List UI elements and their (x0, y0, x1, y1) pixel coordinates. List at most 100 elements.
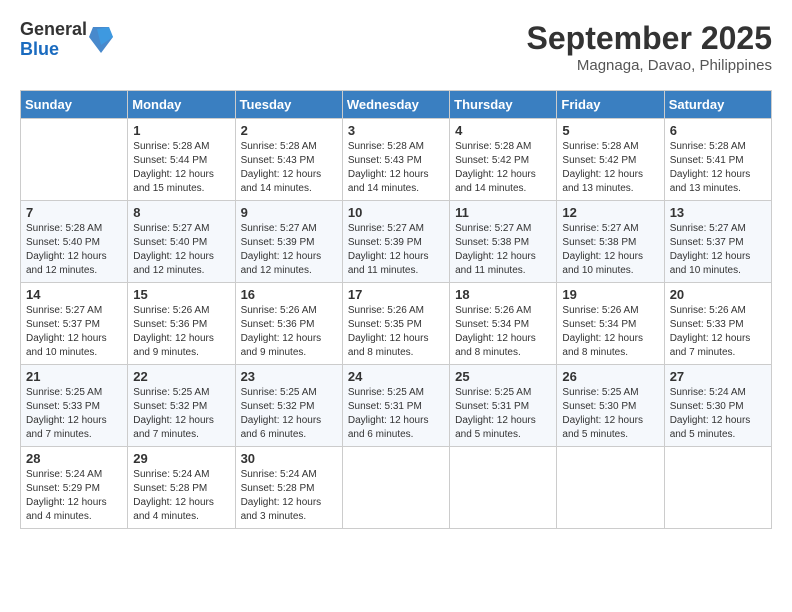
calendar-weekday-thursday: Thursday (450, 91, 557, 119)
day-number: 7 (26, 205, 122, 220)
calendar-cell: 15 Sunrise: 5:26 AM Sunset: 5:36 PM Dayli… (128, 283, 235, 365)
calendar-week-row: 14Sunrise: 5:27 AM Sunset: 5:37 PM Dayli… (21, 283, 772, 365)
day-info: Sunrise: 5:28 AM Sunset: 5:41 PM Dayligh… (670, 140, 766, 196)
day-info: Sunrise: 5:26 AM Sunset: 5:36 PM Dayligh… (241, 304, 337, 360)
day-number: 11 (455, 205, 551, 220)
day-number: 16 (241, 287, 337, 302)
day-info: Sunrise: 5:24 AM Sunset: 5:28 PM Dayligh… (241, 468, 337, 524)
logo-text: General Blue (20, 20, 87, 60)
calendar-cell: 1Sunrise: 5:28 AM Sunset: 5:44 PM Daylig… (128, 119, 235, 201)
calendar-weekday-monday: Monday (128, 91, 235, 119)
calendar-cell: 7Sunrise: 5:28 AM Sunset: 5:40 PM Daylig… (21, 201, 128, 283)
location: Magnaga, Davao, Philippines (527, 57, 772, 74)
day-info: Sunrise: 5:26 AM Sunset: 5:35 PM Dayligh… (348, 304, 444, 360)
day-number: 4 (455, 123, 551, 138)
calendar-cell: 12 Sunrise: 5:27 AM Sunset: 5:38 PM Dayli… (557, 201, 664, 283)
day-info: Sunrise: 5:26 AM Sunset: 5:36 PM Dayligh… (133, 304, 229, 360)
day-info: Sunrise: 5:25 AM Sunset: 5:30 PM Dayligh… (562, 386, 658, 442)
calendar-cell: 23Sunrise: 5:25 AM Sunset: 5:32 PM Dayli… (235, 365, 342, 447)
calendar-cell: 11Sunrise: 5:27 AM Sunset: 5:38 PM Dayli… (450, 201, 557, 283)
day-number: 27 (670, 369, 766, 384)
calendar-cell: 24 Sunrise: 5:25 AM Sunset: 5:31 PM Dayli… (342, 365, 449, 447)
calendar-cell: 26 Sunrise: 5:25 AM Sunset: 5:30 PM Dayli… (557, 365, 664, 447)
day-info: Sunrise: 5:26 AM Sunset: 5:34 PM Dayligh… (455, 304, 551, 360)
calendar-cell (557, 447, 664, 529)
calendar-cell: 28 Sunrise: 5:24 AM Sunset: 5:29 PM Dayli… (21, 447, 128, 529)
day-number: 8 (133, 205, 229, 220)
day-number: 13 (670, 205, 766, 220)
calendar-weekday-friday: Friday (557, 91, 664, 119)
day-number: 25 (455, 369, 551, 384)
day-info: Sunrise: 5:26 AM Sunset: 5:33 PM Dayligh… (670, 304, 766, 360)
day-number: 18 (455, 287, 551, 302)
calendar-cell: 13 Sunrise: 5:27 AM Sunset: 5:37 PM Dayli… (664, 201, 771, 283)
logo-blue: Blue (20, 40, 87, 60)
day-info: Sunrise: 5:28 AM Sunset: 5:42 PM Dayligh… (562, 140, 658, 196)
page-header: General Blue September 2025 Magnaga, Dav… (20, 20, 772, 74)
calendar-cell: 8 Sunrise: 5:27 AM Sunset: 5:40 PM Daylig… (128, 201, 235, 283)
calendar-cell: 20 Sunrise: 5:26 AM Sunset: 5:33 PM Dayli… (664, 283, 771, 365)
calendar-cell: 22Sunrise: 5:25 AM Sunset: 5:32 PM Dayli… (128, 365, 235, 447)
calendar-cell: 29 Sunrise: 5:24 AM Sunset: 5:28 PM Dayli… (128, 447, 235, 529)
day-info: Sunrise: 5:25 AM Sunset: 5:31 PM Dayligh… (455, 386, 551, 442)
day-number: 22 (133, 369, 229, 384)
day-number: 1 (133, 123, 229, 138)
calendar-cell (664, 447, 771, 529)
day-number: 9 (241, 205, 337, 220)
day-number: 26 (562, 369, 658, 384)
calendar-cell: 14Sunrise: 5:27 AM Sunset: 5:37 PM Dayli… (21, 283, 128, 365)
calendar-weekday-sunday: Sunday (21, 91, 128, 119)
day-number: 28 (26, 451, 122, 466)
day-number: 20 (670, 287, 766, 302)
calendar-cell: 2 Sunrise: 5:28 AM Sunset: 5:43 PM Daylig… (235, 119, 342, 201)
day-info: Sunrise: 5:24 AM Sunset: 5:28 PM Dayligh… (133, 468, 229, 524)
calendar-cell: 27Sunrise: 5:24 AM Sunset: 5:30 PM Dayli… (664, 365, 771, 447)
calendar-week-row: 21 Sunrise: 5:25 AM Sunset: 5:33 PM Dayli… (21, 365, 772, 447)
calendar-table: SundayMondayTuesdayWednesdayThursdayFrid… (20, 90, 772, 529)
calendar-week-row: 7Sunrise: 5:28 AM Sunset: 5:40 PM Daylig… (21, 201, 772, 283)
day-info: Sunrise: 5:26 AM Sunset: 5:34 PM Dayligh… (562, 304, 658, 360)
day-number: 29 (133, 451, 229, 466)
title-block: September 2025 Magnaga, Davao, Philippin… (527, 20, 772, 74)
day-info: Sunrise: 5:28 AM Sunset: 5:43 PM Dayligh… (348, 140, 444, 196)
day-number: 15 (133, 287, 229, 302)
calendar-cell: 9 Sunrise: 5:27 AM Sunset: 5:39 PM Daylig… (235, 201, 342, 283)
calendar-cell: 3 Sunrise: 5:28 AM Sunset: 5:43 PM Daylig… (342, 119, 449, 201)
calendar-cell: 16 Sunrise: 5:26 AM Sunset: 5:36 PM Dayli… (235, 283, 342, 365)
day-info: Sunrise: 5:27 AM Sunset: 5:37 PM Dayligh… (670, 222, 766, 278)
calendar-weekday-tuesday: Tuesday (235, 91, 342, 119)
calendar-cell (342, 447, 449, 529)
day-number: 2 (241, 123, 337, 138)
day-number: 24 (348, 369, 444, 384)
day-info: Sunrise: 5:25 AM Sunset: 5:31 PM Dayligh… (348, 386, 444, 442)
day-info: Sunrise: 5:27 AM Sunset: 5:39 PM Dayligh… (241, 222, 337, 278)
calendar-cell: 25 Sunrise: 5:25 AM Sunset: 5:31 PM Dayli… (450, 365, 557, 447)
calendar-cell: 10 Sunrise: 5:27 AM Sunset: 5:39 PM Dayli… (342, 201, 449, 283)
calendar-cell: 21 Sunrise: 5:25 AM Sunset: 5:33 PM Dayli… (21, 365, 128, 447)
day-info: Sunrise: 5:28 AM Sunset: 5:43 PM Dayligh… (241, 140, 337, 196)
day-number: 3 (348, 123, 444, 138)
calendar-cell: 30 Sunrise: 5:24 AM Sunset: 5:28 PM Dayli… (235, 447, 342, 529)
day-info: Sunrise: 5:27 AM Sunset: 5:40 PM Dayligh… (133, 222, 229, 278)
calendar-cell: 18 Sunrise: 5:26 AM Sunset: 5:34 PM Dayli… (450, 283, 557, 365)
calendar-cell: 5Sunrise: 5:28 AM Sunset: 5:42 PM Daylig… (557, 119, 664, 201)
day-info: Sunrise: 5:27 AM Sunset: 5:38 PM Dayligh… (562, 222, 658, 278)
day-number: 10 (348, 205, 444, 220)
day-number: 14 (26, 287, 122, 302)
day-info: Sunrise: 5:24 AM Sunset: 5:29 PM Dayligh… (26, 468, 122, 524)
calendar-cell: 6 Sunrise: 5:28 AM Sunset: 5:41 PM Daylig… (664, 119, 771, 201)
day-info: Sunrise: 5:27 AM Sunset: 5:39 PM Dayligh… (348, 222, 444, 278)
calendar-cell (450, 447, 557, 529)
calendar-cell: 17Sunrise: 5:26 AM Sunset: 5:35 PM Dayli… (342, 283, 449, 365)
logo-icon (89, 25, 113, 55)
day-number: 6 (670, 123, 766, 138)
calendar-week-row: 28 Sunrise: 5:24 AM Sunset: 5:29 PM Dayli… (21, 447, 772, 529)
day-number: 21 (26, 369, 122, 384)
day-number: 30 (241, 451, 337, 466)
day-number: 12 (562, 205, 658, 220)
day-info: Sunrise: 5:25 AM Sunset: 5:32 PM Dayligh… (241, 386, 337, 442)
day-number: 19 (562, 287, 658, 302)
calendar-header-row: SundayMondayTuesdayWednesdayThursdayFrid… (21, 91, 772, 119)
day-info: Sunrise: 5:25 AM Sunset: 5:33 PM Dayligh… (26, 386, 122, 442)
calendar-weekday-saturday: Saturday (664, 91, 771, 119)
